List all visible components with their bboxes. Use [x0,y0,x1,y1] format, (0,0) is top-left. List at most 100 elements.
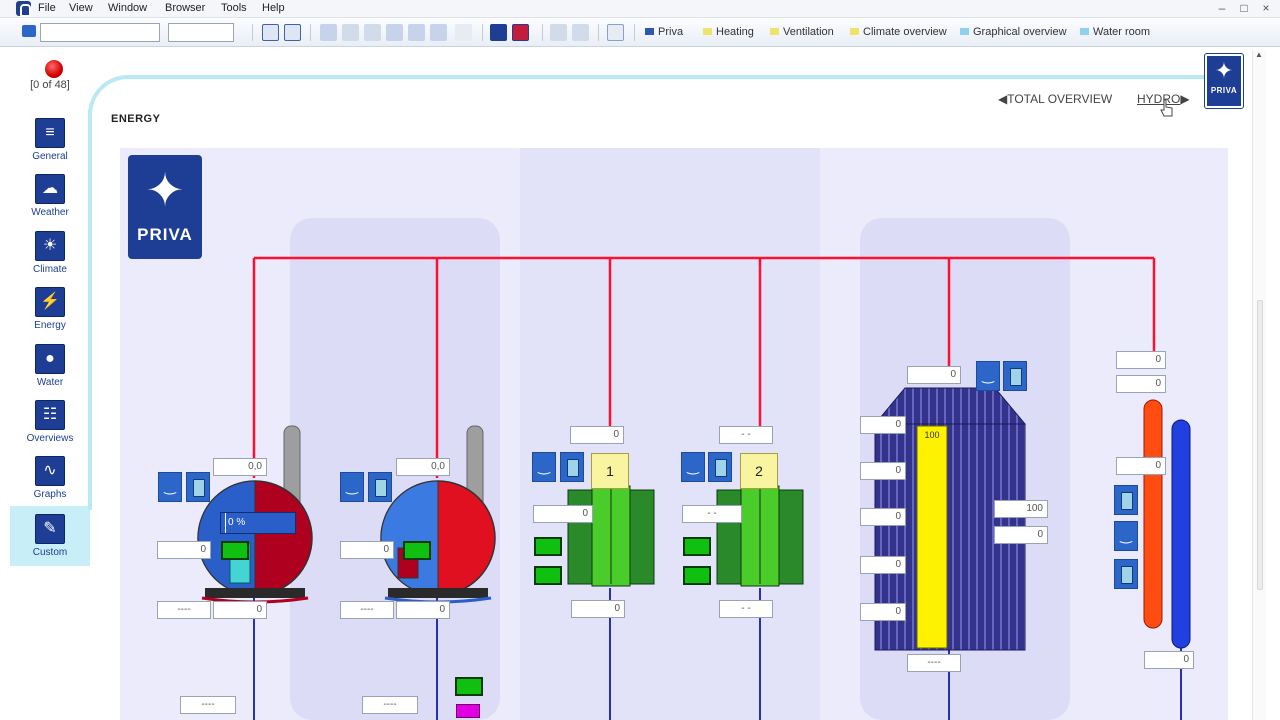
water-icon: ● [35,344,65,374]
sidebar-item-label: Graphs [33,489,67,500]
boiler-1-status-button[interactable] [186,472,210,502]
buffer-tank-bottom-value[interactable]: ---- [907,654,961,672]
buffer-tank-right-bottom-value[interactable]: 0 [994,526,1048,544]
exchanger-1-bottom-value[interactable]: 0 [571,600,625,618]
search-input[interactable] [168,23,234,42]
sidebar-item-weather[interactable]: ☁ Weather [10,170,90,226]
exchanger-1-label: 1 [591,453,629,489]
buffer-tank-top-value[interactable]: 0 [907,366,961,384]
tool-edit-icon[interactable] [342,24,359,41]
boiler-1-bottom-right-value[interactable]: 0 [213,601,267,619]
tool-monitor-icon[interactable] [386,24,403,41]
buffer-tank-side-value-3[interactable]: 0 [860,508,906,526]
toolbar-link-graphical-overview[interactable]: Graphical overview [960,26,1067,38]
exchanger-1-side-value[interactable]: 0 [533,505,593,523]
toolbar-link-heating[interactable]: Heating [703,26,754,38]
toolbar-link-ventilation[interactable]: Ventilation [770,26,834,38]
sidebar-item-graphs[interactable]: ∿ Graphs [10,452,90,508]
exchanger-1-status-button[interactable] [560,452,584,482]
sidebar-item-label: Overviews [26,433,74,444]
boiler-1-mode-button[interactable]: ‿ [158,472,182,502]
tool-user-icon[interactable] [320,24,337,41]
buffer-tank-mode-button[interactable]: ‿ [976,361,1000,391]
nav-prev-link[interactable]: ◀TOTAL OVERVIEW [998,92,1112,106]
boiler-2-pump-indicator [455,677,483,696]
boiler-1-bottom-left-value[interactable]: ---- [157,601,211,619]
tool-window-icon[interactable] [490,24,507,41]
sidebar-item-overviews[interactable]: ☷ Overviews [10,396,90,452]
bottom-field-1[interactable]: ---- [180,696,236,714]
sidebar-item-custom[interactable]: ✎ Custom [10,506,90,566]
alarm-indicator-icon[interactable] [45,60,63,78]
menu-window[interactable]: Window [108,2,147,14]
exchanger-1-mode-button[interactable]: ‿ [532,452,556,482]
boiler-1-percent-field[interactable]: 0 % [220,512,296,534]
minimize-icon[interactable]: – [1214,1,1230,15]
vertical-scrollbar[interactable]: ▲ [1252,50,1266,720]
diagram-graphics [197,148,1191,720]
buffer-tank-status-button[interactable] [1003,361,1027,391]
buffer-tank-side-value-1[interactable]: 0 [860,416,906,434]
header-bottom-value[interactable]: 0 [1144,651,1194,669]
boiler-2-bottom-left-value[interactable]: ---- [340,601,394,619]
boiler-2-status-button[interactable] [368,472,392,502]
tool-settings-icon[interactable] [430,24,447,41]
tool-list-icon[interactable] [364,24,381,41]
menu-view[interactable]: View [69,2,93,14]
exchanger-1-indicator-1 [534,537,562,556]
buffer-tank-side-value-5[interactable]: 0 [860,603,906,621]
buffer-tank-side-value-2[interactable]: 0 [860,462,906,480]
tool-print-icon[interactable] [408,24,425,41]
exchanger-2-mode-button[interactable]: ‿ [681,452,705,482]
sidebar: [0 of 48] ≡ General ☁ Weather ☀ Climate … [10,48,90,720]
forward-icon[interactable] [284,24,301,41]
boiler-2-bottom-right-value[interactable]: 0 [396,601,450,619]
bottom-field-2[interactable]: ---- [362,696,418,714]
sidebar-item-general[interactable]: ≡ General [10,114,90,170]
boiler-2-top-value[interactable]: 0,0 [396,458,450,476]
close-icon[interactable]: × [1258,1,1274,15]
toolbar-link-water-room[interactable]: Water room [1080,26,1150,38]
custom-icon: ✎ [35,514,65,544]
toolbar-link-priva[interactable]: Priva [645,26,683,38]
boiler-1-side-value[interactable]: 0 [157,541,211,559]
header-mode-button[interactable]: ‿ [1114,521,1138,551]
exchanger-2-status-button[interactable] [708,452,732,482]
header-top-value-2[interactable]: 0 [1116,375,1166,393]
exchanger-2-top-value[interactable]: - - [719,426,773,444]
boiler-1-top-value[interactable]: 0,0 [213,458,267,476]
toolbar-link-climate-overview[interactable]: Climate overview [850,26,947,38]
sidebar-item-label: General [32,151,68,162]
menu-tools[interactable]: Tools [221,2,247,14]
header-status-button-1[interactable] [1114,485,1138,515]
tool-doc-icon[interactable] [607,24,624,41]
header-mid-value[interactable]: 0 [1116,457,1166,475]
tool-alarm-icon[interactable] [512,24,529,41]
tool-graph-icon[interactable] [455,24,472,41]
exchanger-1-top-value[interactable]: 0 [570,426,624,444]
exchanger-2-bottom-value[interactable]: - - [719,600,773,618]
header-top-value-1[interactable]: 0 [1116,351,1166,369]
menu-file[interactable]: File [38,2,56,14]
sidebar-item-energy[interactable]: ⚡ Energy [10,283,90,339]
menu-help[interactable]: Help [262,2,285,14]
menu-browser[interactable]: Browser [165,2,205,14]
address-input[interactable] [40,23,160,42]
boiler-2-mode-button[interactable]: ‿ [340,472,364,502]
buffer-tank-side-value-4[interactable]: 0 [860,556,906,574]
exchanger-2-side-value[interactable]: - - [682,505,742,523]
sidebar-item-climate[interactable]: ☀ Climate [10,227,90,283]
header-status-button-2[interactable] [1114,559,1138,589]
scroll-thumb[interactable] [1257,300,1263,590]
buffer-tank-right-top-value[interactable]: 100 [994,500,1048,518]
list-icon[interactable] [22,25,36,37]
sidebar-item-label: Climate [33,264,67,275]
sidebar-item-water[interactable]: ● Water [10,340,90,396]
restore-icon[interactable]: □ [1236,1,1252,15]
boiler-2-side-value[interactable]: 0 [340,541,394,559]
tool-copy-icon[interactable] [550,24,567,41]
sidebar-item-label: Energy [34,320,66,331]
scroll-up-icon[interactable]: ▲ [1255,50,1263,59]
back-icon[interactable] [262,24,279,41]
tool-grid-icon[interactable] [572,24,589,41]
